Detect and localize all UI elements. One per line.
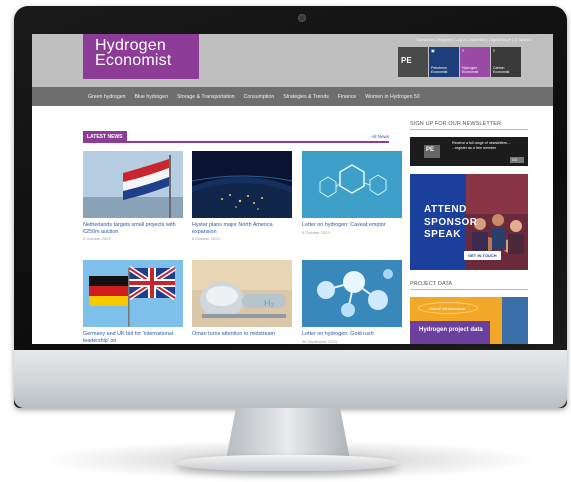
all-news-link[interactable]: All News: [371, 134, 389, 139]
news-card[interactable]: Letter on hydrogen: Gold rush 28 Septemb…: [302, 260, 402, 344]
site-logo[interactable]: Hydrogen Economist: [83, 34, 199, 79]
nav-women-in-hydrogen[interactable]: Women in Hydrogen 50: [365, 94, 419, 100]
news-card[interactable]: Germany and UK bid for 'international le…: [83, 260, 183, 344]
camera-icon: [298, 14, 306, 22]
project-data-logo: Global Infrastructure: [418, 302, 478, 314]
pub-carbon-label: Carbon Economist: [493, 66, 510, 74]
get-in-touch-button[interactable]: GET IN TOUCH: [464, 251, 501, 260]
news-card[interactable]: Hystar plans major North America expansi…: [192, 151, 292, 241]
news-card[interactable]: Letter on hydrogen: Caveat emptor 5 Octo…: [302, 151, 402, 235]
page-content: LATEST NEWS All News Netherlands targets…: [32, 106, 553, 344]
logo-line-2: Economist: [95, 52, 172, 69]
pub-petroleum-icon: ▣: [431, 48, 435, 53]
project-data-photo: [502, 297, 528, 344]
pub-hydrogen-economist[interactable]: ≡ Hydrogen Economist: [460, 47, 490, 77]
newsletter-heading: SIGN UP FOR OUR NEWSLETTER: [410, 121, 502, 127]
svg-text:H₂: H₂: [264, 298, 274, 308]
news-title[interactable]: Letter on hydrogen: Caveat emptor: [302, 222, 402, 229]
ad-line-attend: ATTEND: [424, 204, 467, 215]
netherlands-flag-image: [83, 151, 183, 218]
ad-line-sponsor: SPONSOR: [424, 216, 478, 228]
site-header: Hydrogen Economist Subscribe | Register …: [32, 34, 553, 87]
project-data-title: Hydrogen project data: [419, 327, 483, 333]
ad-line-speak: SPEAK: [424, 229, 461, 240]
latest-news-label: LATEST NEWS: [83, 131, 128, 142]
nav-green-hydrogen[interactable]: Green hydrogen: [88, 94, 126, 100]
monitor-chin: [14, 350, 567, 408]
nav-storage-transportation[interactable]: Storage & Transportation: [177, 94, 235, 100]
news-card[interactable]: H₂ Oman turns attention to midstream: [192, 260, 292, 339]
earth-night-image: [192, 151, 292, 218]
project-data-banner[interactable]: Global Infrastructure Hydrogen project d…: [410, 297, 528, 344]
nav-blue-hydrogen[interactable]: Blue hydrogen: [135, 94, 168, 100]
nav-finance[interactable]: Finance: [338, 94, 356, 100]
ad-headline: ATTEND SPONSOR SPEAK: [424, 204, 478, 242]
germany-uk-flags-image: [83, 260, 183, 327]
newsletter-signup-banner[interactable]: PE Receive a full range of newsletters..…: [410, 137, 528, 166]
pub-hydrogen-icon: ≡: [462, 48, 465, 53]
screen: Hydrogen Economist Subscribe | Register …: [32, 34, 553, 344]
pub-pe-label: PE: [401, 56, 412, 65]
pub-carbon-icon: ≡: [493, 48, 496, 53]
newsletter-pe-logo: PE: [424, 145, 440, 158]
pub-hydrogen-label: Hydrogen Economist: [462, 66, 479, 74]
project-data-rule: [410, 289, 528, 290]
pub-petroleum-economist[interactable]: ▣ Petroleum Economist: [429, 47, 459, 77]
newsletter-go-button[interactable]: GO: [510, 157, 524, 163]
pub-petroleum-label: Petroleum Economist: [431, 66, 448, 74]
newsletter-text: Receive a full range of newsletters.... …: [452, 141, 511, 150]
news-date: 28 September 2023: [302, 338, 338, 344]
main-nav: Green hydrogen Blue hydrogen Storage & T…: [32, 87, 553, 106]
monitor-stand-foot: [176, 455, 398, 471]
project-data-heading: PROJECT DATA: [410, 281, 453, 287]
news-card[interactable]: Netherlands targets small projects with …: [83, 151, 183, 241]
logo-line-1: Hydrogen: [95, 37, 166, 54]
molecules-image: [302, 260, 402, 327]
news-date: 5 October 2023: [302, 229, 330, 235]
news-title[interactable]: Netherlands targets small projects with …: [83, 222, 183, 235]
newsletter-rule: [410, 129, 528, 130]
pub-pe[interactable]: PE: [398, 47, 428, 77]
hydrogen-tanks-image: H₂: [192, 260, 292, 327]
pub-carbon-economist[interactable]: ≡ Carbon Economist: [491, 47, 521, 77]
news-title[interactable]: Germany and UK bid for 'international le…: [83, 331, 183, 344]
news-title[interactable]: Letter on hydrogen: Gold rush: [302, 331, 402, 338]
news-title[interactable]: Hystar plans major North America expansi…: [192, 222, 292, 235]
event-ad-banner[interactable]: ATTEND SPONSOR SPEAK GET IN TOUCH: [410, 174, 528, 270]
nav-consumption[interactable]: Consumption: [244, 94, 275, 100]
news-title[interactable]: Oman turns attention to midstream: [192, 331, 292, 338]
news-date: 6 October 2023: [192, 236, 220, 241]
monitor-stand-neck: [226, 408, 350, 460]
news-date: 9 October 2023: [83, 236, 111, 241]
publication-switcher: PE ▣ Petroleum Economist ≡ Hydrogen Econ…: [398, 47, 521, 77]
utility-links[interactable]: Subscribe | Register | Log in | Advertis…: [416, 37, 531, 42]
nav-strategies-trends[interactable]: Strategies & Trends: [283, 94, 329, 100]
latest-news-header: LATEST NEWS All News: [83, 131, 389, 143]
hydrogen-hexagon-image: [302, 151, 402, 218]
